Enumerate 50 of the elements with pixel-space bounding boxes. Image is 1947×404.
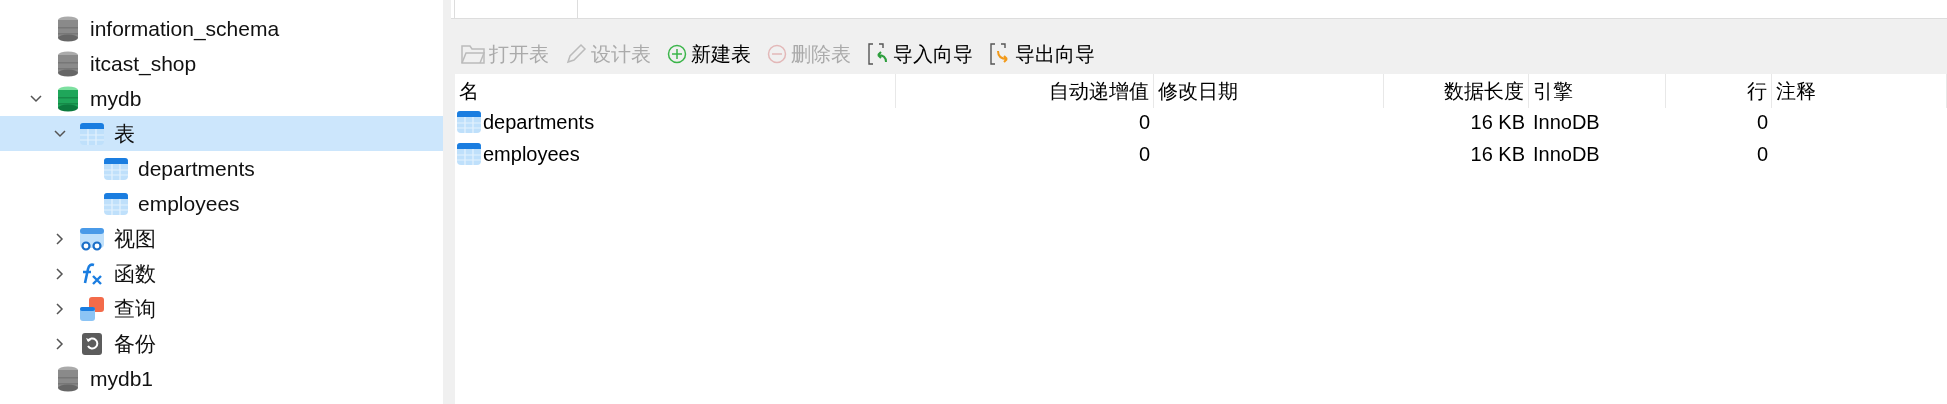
database-icon [57,50,79,77]
column-header[interactable]: 名 [455,74,896,108]
table-cell: 0 [1756,110,1768,134]
pencil-icon [565,43,587,65]
function-icon [80,261,104,286]
column-header[interactable]: 引擎 [1529,74,1666,108]
column-header[interactable]: 行 [1666,74,1772,108]
column-header[interactable]: 数据长度 [1384,74,1529,108]
table-cell: 16 KB [1470,110,1525,134]
toolbar-button[interactable]: 导出向导 [987,38,1097,70]
tree-item[interactable]: mydb1 [0,361,443,396]
table-icon [80,121,104,146]
query-icon [80,296,104,321]
minus-circle-icon [767,44,787,64]
table-icon [457,110,481,134]
table-cell: 0 [1756,142,1768,166]
plus-circle-icon [667,44,687,64]
table-cell: departments [483,110,595,134]
table-cell: 0 [1138,110,1150,134]
column-header[interactable]: 注释 [1772,74,1947,108]
import-icon [867,43,889,65]
database-icon [57,85,79,112]
toolbar-button[interactable]: 导入向导 [865,38,975,70]
table-cell: 16 KB [1470,142,1525,166]
view-icon [80,226,104,251]
table-cell: employees [483,142,580,166]
toolbar-button[interactable]: 新建表 [665,38,753,70]
tree-item[interactable]: 备份 [0,326,443,361]
tree-item[interactable]: information_schema [0,11,443,46]
table-cell: InnoDB [1533,110,1600,134]
tree-item[interactable]: employees [0,186,443,221]
export-icon [989,43,1011,65]
column-header[interactable]: 自动递增值 [896,74,1154,108]
tree-item[interactable]: itcast_shop [0,46,443,81]
tree-item[interactable]: 查询 [0,291,443,326]
tree-item[interactable]: mydb [0,81,443,116]
backup-icon [81,331,103,356]
tree-item[interactable]: 函数 [0,256,443,291]
database-icon [57,15,79,42]
folder-icon [461,43,485,65]
table-cell: 0 [1138,142,1150,166]
database-icon [57,365,79,392]
table-icon [104,156,128,181]
tree-item[interactable]: 视图 [0,221,443,256]
tree-item[interactable]: 表 [0,116,443,151]
table-icon [457,142,481,166]
tree-item[interactable]: departments [0,151,443,186]
column-header[interactable]: 修改日期 [1154,74,1384,108]
table-cell: InnoDB [1533,142,1600,166]
table-icon [104,191,128,216]
